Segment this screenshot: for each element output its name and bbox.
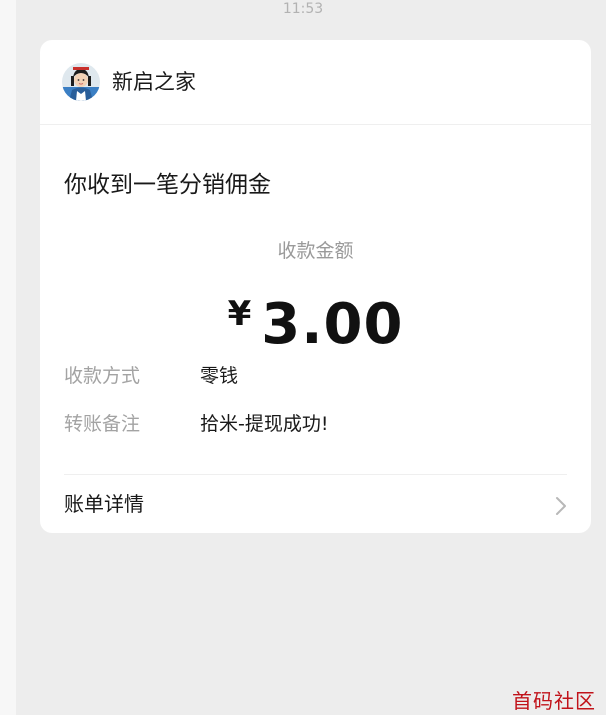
amount-display: ¥3.00 — [40, 280, 591, 372]
card-header[interactable]: 新启之家 — [40, 40, 591, 125]
sender-avatar[interactable] — [62, 63, 100, 101]
notice-title: 你收到一笔分销佣金 — [64, 172, 271, 198]
transfer-note-value: 拾米-提现成功! — [200, 413, 329, 435]
transfer-note-label: 转账备注 — [64, 413, 141, 435]
currency-symbol: ¥ — [227, 294, 252, 334]
chevron-right-icon — [556, 497, 566, 515]
payment-method-label: 收款方式 — [64, 365, 141, 387]
watermark: 首码社区 — [512, 689, 596, 713]
payment-notification-card[interactable]: 新启之家 你收到一笔分销佣金 收款金额 ¥3.00 收款方式 零钱 转账备注 拾… — [40, 40, 591, 533]
bill-detail-row[interactable]: 账单详情 — [40, 475, 591, 533]
amount-label: 收款金额 — [277, 240, 354, 262]
sender-name[interactable]: 新启之家 — [112, 68, 196, 96]
payment-method-value: 零钱 — [200, 365, 239, 387]
bill-detail-label: 账单详情 — [64, 492, 144, 516]
amount-value: 3.00 — [261, 292, 404, 357]
message-timestamp: 11:53 — [282, 1, 324, 17]
avatar-image — [62, 63, 100, 101]
